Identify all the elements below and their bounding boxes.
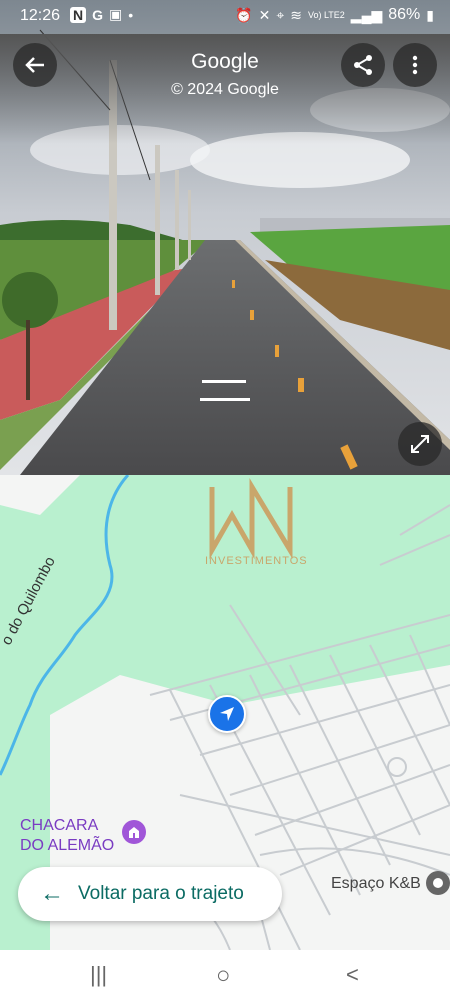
share-icon	[354, 55, 372, 75]
navigation-arrow-icon	[220, 707, 234, 721]
system-nav-bar: ||| ○ <	[0, 950, 450, 1000]
expand-button[interactable]	[398, 422, 442, 466]
status-time: 12:26	[20, 7, 61, 24]
building-icon	[129, 827, 139, 838]
street-view-copyright: © 2024 Google	[171, 81, 279, 98]
arrow-left-icon: ←	[40, 880, 64, 907]
back-to-route-label: Voltar para o trajeto	[78, 883, 244, 904]
wifi-icon: ≋	[290, 6, 302, 23]
nav-back-button[interactable]: <	[346, 962, 359, 988]
place-espaco-label[interactable]: Espaço K&B	[331, 875, 421, 893]
mute-icon: ✕	[258, 6, 271, 23]
expand-icon	[411, 435, 429, 453]
network-label: Vo) LTE2	[307, 9, 345, 20]
dot-icon: •	[128, 6, 134, 23]
location-marker[interactable]	[208, 695, 246, 733]
investimentos-logo	[209, 478, 293, 560]
google-icon: G	[92, 6, 104, 23]
more-options-button[interactable]	[393, 43, 437, 87]
home-button[interactable]: ○	[216, 962, 231, 990]
back-to-route-button[interactable]: ← Voltar para o trajeto	[18, 867, 282, 921]
gallery-icon: ▣	[109, 6, 123, 22]
poi-chacara-label[interactable]: CHACARA DO ALEMÃO	[20, 816, 114, 856]
more-vert-icon	[412, 55, 418, 75]
place-espaco-pin[interactable]	[426, 871, 450, 895]
place-dot-icon	[433, 878, 443, 888]
share-button[interactable]	[341, 43, 385, 87]
logo-text: INVESTIMENTOS	[205, 555, 308, 567]
street-view[interactable]: Google © 2024 Google	[0, 0, 450, 475]
alarm-icon: ⏰	[235, 6, 253, 23]
signal-icon: ▂▄▆	[350, 6, 383, 23]
poi-chacara-pin[interactable]	[122, 820, 146, 844]
recents-button[interactable]: |||	[90, 962, 107, 988]
status-bar: 12:26 N G ▣ • ⏰ ✕ ⌖ ≋ Vo) LTE2 ▂▄▆ 86% ▮	[0, 0, 450, 34]
location-icon: ⌖	[276, 6, 285, 23]
battery-icon: ▮	[426, 6, 434, 23]
n-app-icon: N	[70, 6, 87, 23]
battery-text: 86%	[388, 6, 421, 23]
